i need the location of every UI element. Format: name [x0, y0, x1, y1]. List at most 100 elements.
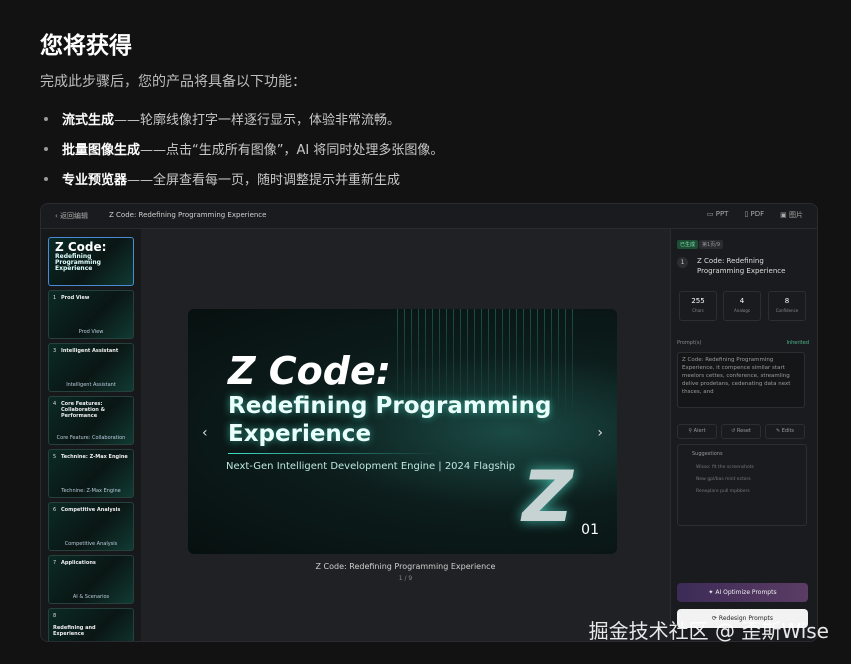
back-button[interactable]: ‹ 返回编辑: [55, 211, 88, 221]
ai-optimize-button[interactable]: ✦ AI Optimize Prompts: [677, 583, 808, 602]
intro-text: 完成此步骤后，您的产品将具备以下功能：: [40, 74, 306, 90]
feature-bold: 专业预览器: [62, 173, 128, 188]
suggestions-box: Suggestions Wisso: fit the screenshots N…: [677, 444, 807, 526]
thumb-caption: Prod View: [78, 329, 104, 335]
thumb-caption: Intelligent Assistant: [66, 382, 116, 388]
stat-label: Chars: [692, 308, 704, 313]
reset-label: Reset: [736, 428, 751, 434]
suggestions-title: Suggestions: [692, 451, 723, 457]
slide-thumbnail[interactable]: Z Code: Redefining Programming Experienc…: [48, 237, 134, 286]
stat-card: 8 Confidence: [768, 291, 806, 321]
slide-thumbnail[interactable]: 8 Redefining and Experience: [48, 608, 134, 641]
slide-thumbnail[interactable]: 5 Technine: Z-Max Engine Technine: Z-Max…: [48, 449, 134, 498]
slide-title-line1: Z Code:: [228, 349, 391, 393]
bullet-icon: [44, 176, 48, 181]
thumb-title: Technine: Z-Max Engine: [61, 454, 128, 460]
toolbar: ‹ 返回编辑 Z Code: Redefining Programming Ex…: [41, 204, 817, 229]
slide-divider: [228, 453, 438, 454]
stat-value: 8: [784, 297, 790, 305]
thumb-title: Redefining and Experience: [53, 625, 96, 637]
stat-value: 4: [739, 297, 745, 305]
feature-item: 流式生成——轮廓线像打字一样逐行显示，体验非常流畅。: [44, 111, 443, 141]
prompt-textarea[interactable]: Z Code: Redefining Programming Experienc…: [677, 352, 805, 408]
z-logo-icon: Z: [522, 456, 573, 538]
slide-pager: 1 / 9: [398, 575, 413, 582]
stat-label: Analogs: [734, 308, 750, 313]
feature-rest: ——点击“生成所有图像”，AI 将同时处理多张图像。: [140, 143, 444, 158]
slide-stage: Z Code: Redefining Programming Experience…: [141, 229, 670, 641]
thumb-number: 6: [53, 507, 57, 513]
prev-slide-icon[interactable]: ‹: [202, 425, 208, 441]
feature-rest: ——全屏查看每一页，随时调整提示并重新生成: [127, 173, 401, 188]
export-group: ▭ PPT ▯ PDF ▣ 图片: [707, 210, 803, 220]
slide-thumbnail[interactable]: 6 Competitive Analysis Competitive Analy…: [48, 502, 134, 551]
stat-card: 255 Chars: [679, 291, 717, 321]
export-ppt-label: PPT: [715, 210, 729, 218]
alert-button[interactable]: ⚲ Alert: [677, 424, 717, 439]
properties-panel: 已生成 第1页/9 1 Z Code: Redefining Programmi…: [670, 229, 817, 641]
bullet-icon: [44, 146, 48, 151]
feature-bold: 批量图像生成: [62, 143, 141, 158]
export-ppt-button[interactable]: ▭ PPT: [707, 210, 729, 220]
thumb-title: Z Code:: [55, 240, 107, 254]
feature-list: 流式生成——轮廓线像打字一样逐行显示，体验非常流畅。 批量图像生成——点击“生成…: [44, 111, 443, 201]
stat-card: 4 Analogs: [723, 291, 761, 321]
document-title: Z Code: Redefining Programming Experienc…: [109, 211, 267, 219]
slide-subtitle: Next-Gen Intelligent Development Engine …: [226, 461, 516, 472]
slide-number-circle: 1: [677, 257, 688, 268]
thumb-caption: Core Feature: Collaboration: [56, 435, 126, 441]
export-pdf-button[interactable]: ▯ PDF: [744, 210, 764, 220]
slide-thumbnail[interactable]: 3 Intelligent Assistant Intelligent Assi…: [48, 343, 134, 392]
page-heading: 您将获得: [40, 33, 132, 59]
suggestion-item: Wisso: fit the screenshots: [696, 465, 754, 470]
back-label: 返回编辑: [60, 212, 89, 220]
status-badge: 已生成: [677, 240, 699, 249]
prompt-link[interactable]: Inherited: [786, 340, 809, 346]
reset-button[interactable]: ↺ Reset: [721, 424, 761, 439]
next-slide-icon[interactable]: ›: [597, 425, 603, 441]
stat-label: Confidence: [775, 308, 799, 313]
page-badge: 第1页/9: [699, 240, 724, 249]
slide-preview: Z Code: Redefining Programming Experience…: [188, 309, 617, 554]
thumb-title: Core Features: Collaboration & Performan…: [61, 401, 105, 419]
feature-bold: 流式生成: [62, 113, 115, 128]
thumb-number: 8: [53, 613, 57, 619]
thumb-number: 4: [53, 401, 57, 407]
feature-item: 专业预览器——全屏查看每一页，随时调整提示并重新生成: [44, 171, 443, 201]
thumb-title: Applications: [61, 560, 96, 566]
suggestion-item: New gpl/bas mint ectors: [696, 477, 751, 482]
thumb-number: 7: [53, 560, 57, 566]
edits-label: Edits: [781, 428, 795, 434]
suggestion-item: Reneplare pull mpbbers: [696, 489, 750, 494]
export-pdf-label: PDF: [750, 210, 765, 218]
bullet-icon: [44, 116, 48, 121]
slide-title-line3-text: Experience: [228, 421, 372, 447]
thumb-number: 3: [53, 348, 57, 354]
thumb-caption: AI & Scenarios: [72, 594, 110, 600]
thumb-number: 5: [53, 454, 57, 460]
thumb-title: Intelligent Assistant: [61, 348, 119, 354]
thumb-caption: Technine: Z-Max Engine: [61, 488, 121, 494]
thumb-subtitle: Redefining Programming Experience: [55, 253, 101, 272]
export-image-label: 图片: [789, 211, 803, 219]
thumb-number: 1: [53, 295, 57, 301]
app-window: ‹ 返回编辑 Z Code: Redefining Programming Ex…: [40, 203, 818, 642]
edits-button[interactable]: ✎ Edits: [765, 424, 805, 439]
thumb-caption: Competitive Analysis: [64, 541, 118, 547]
slide-thumbnail[interactable]: 7 Applications AI & Scenarios: [48, 555, 134, 604]
slide-page-number: 01: [581, 522, 599, 538]
thumb-title: Competitive Analysis: [61, 507, 121, 513]
slide-thumbnail[interactable]: 4 Core Features: Collaboration & Perform…: [48, 396, 134, 445]
export-image-button[interactable]: ▣ 图片: [780, 210, 803, 220]
thumbnail-sidebar: Z Code: Redefining Programming Experienc…: [41, 229, 141, 641]
watermark: 掘金技术社区 @ 歪斯Wise: [588, 619, 829, 643]
stat-value: 255: [691, 297, 705, 305]
panel-slide-title: Z Code: Redefining Programming Experienc…: [697, 257, 786, 275]
slide-caption: Z Code: Redefining Programming Experienc…: [315, 562, 496, 571]
feature-rest: ——轮廓线像打字一样逐行显示，体验非常流畅。: [114, 113, 401, 128]
slide-title-line2: Redefining Programming Experience: [228, 392, 552, 448]
prompt-label: Prompt(s): [677, 340, 702, 346]
slide-thumbnail[interactable]: 1 Prod View Prod View: [48, 290, 134, 339]
feature-item: 批量图像生成——点击“生成所有图像”，AI 将同时处理多张图像。: [44, 141, 443, 171]
thumb-title: Prod View: [61, 295, 90, 301]
